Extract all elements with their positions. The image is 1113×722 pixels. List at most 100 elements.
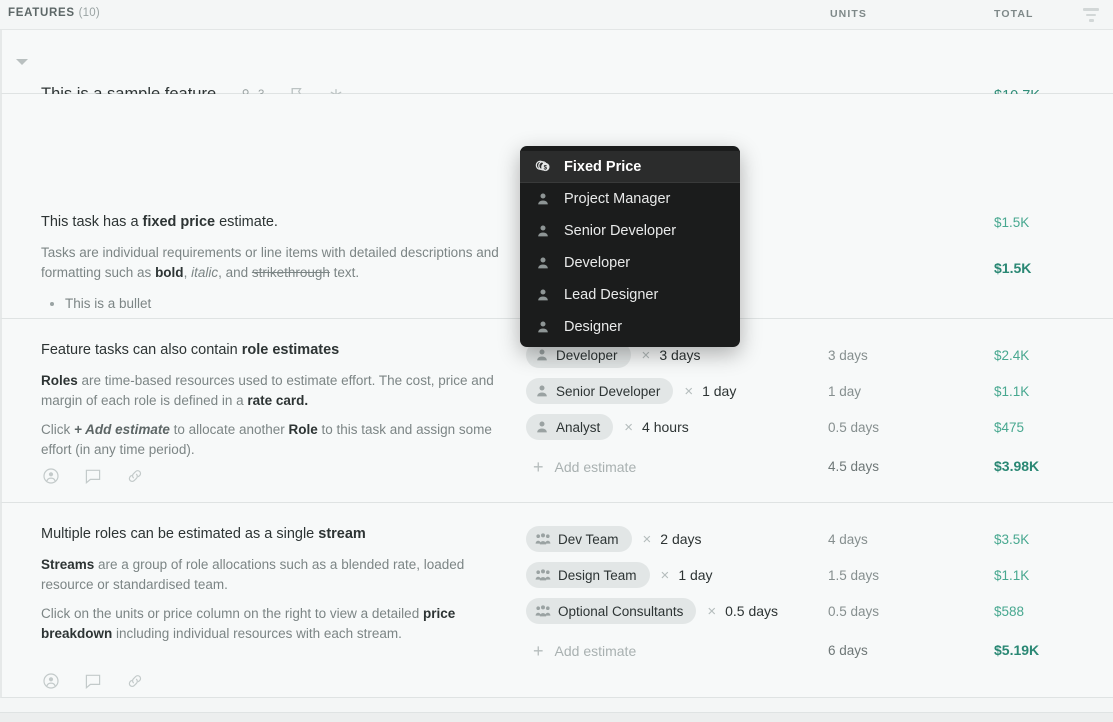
estimate-total[interactable]: $2.4K <box>994 348 1029 363</box>
task-title[interactable]: Feature tasks can also contain role esti… <box>41 340 511 361</box>
estimate-total[interactable]: $1.5K <box>994 215 1029 230</box>
estimate-units[interactable]: 4 days <box>828 532 868 547</box>
dropdown-item-fixed-price[interactable]: $ Fixed Price <box>520 151 740 183</box>
estimate-total[interactable]: $3.5K <box>994 532 1029 547</box>
estimate-units[interactable]: 1 day <box>828 384 861 399</box>
chip-label: Dev Team <box>558 531 619 547</box>
estimate-units[interactable]: 3 days <box>828 348 868 363</box>
dropdown-item-label: Senior Developer <box>564 223 677 239</box>
estimate-total[interactable]: $1.1K <box>994 568 1029 583</box>
dropdown-item-lead-designer[interactable]: Lead Designer <box>520 279 740 311</box>
task-total[interactable]: $3.98K <box>994 458 1039 474</box>
dropdown-item-label: Designer <box>564 319 623 335</box>
text-run: Click <box>41 422 74 438</box>
task-title[interactable]: Multiple roles can be estimated as a sin… <box>41 524 511 545</box>
task-paragraph: Roles are time-based resources used to e… <box>41 371 511 410</box>
link-icon[interactable] <box>127 674 143 688</box>
task-description[interactable]: Streams are a group of role allocations … <box>41 555 511 643</box>
add-estimate-label: Add estimate <box>554 459 637 475</box>
estimate-value[interactable]: 1 day <box>678 567 712 583</box>
text-run: are a group of role allocations such as … <box>41 557 465 592</box>
dropdown-item-label: Project Manager <box>564 191 671 207</box>
person-icon <box>535 348 549 362</box>
dropdown-item-project-manager[interactable]: Project Manager <box>520 183 740 215</box>
estimate-value[interactable]: 2 days <box>660 531 701 547</box>
dropdown-item-designer[interactable]: Designer <box>520 311 740 343</box>
dropdown-item-developer[interactable]: Developer <box>520 247 740 279</box>
dropdown-item-label: Fixed Price <box>564 158 642 175</box>
text-run: stream <box>318 526 366 542</box>
task-paragraph: Tasks are individual requirements or lin… <box>41 243 511 282</box>
text-run: This task has a <box>41 214 143 230</box>
task-row: Multiple roles can be estimated as a sin… <box>0 503 1113 698</box>
person-icon <box>534 224 551 238</box>
group-icon <box>535 604 551 618</box>
add-estimate-button[interactable]: + Add estimate <box>533 642 636 660</box>
coins-icon: $ <box>534 159 551 174</box>
estimate-value[interactable]: 1 day <box>702 383 736 399</box>
task-total[interactable]: $5.19K <box>994 642 1039 658</box>
text-run: Role <box>288 422 318 438</box>
text-run: text. <box>329 264 360 280</box>
text-run: rate card. <box>247 392 309 408</box>
multiply-symbol: × <box>707 602 717 620</box>
estimate-total[interactable]: $1.1K <box>994 384 1029 399</box>
feature-row[interactable]: This is a sample feature 3 <box>0 30 1113 104</box>
text-run: , <box>183 264 192 280</box>
assignee-avatar-icon[interactable] <box>43 468 59 484</box>
feature-count: (10) <box>78 7 100 19</box>
estimate-chip-design-team[interactable]: Design Team <box>526 562 650 588</box>
filter-icon[interactable] <box>1083 8 1099 22</box>
estimate-value[interactable]: 3 days <box>659 347 700 363</box>
estimate-chip-optional-consultants[interactable]: Optional Consultants <box>526 598 697 624</box>
page-title: FEATURES (10) <box>8 7 100 19</box>
add-estimate-label: Add estimate <box>554 643 637 659</box>
assignee-avatar-icon[interactable] <box>43 673 59 689</box>
chevron-down-icon[interactable] <box>16 59 28 65</box>
dropdown-item-senior-developer[interactable]: Senior Developer <box>520 215 740 247</box>
estimate-chip-senior-developer[interactable]: Senior Developer <box>526 378 674 404</box>
estimate-units[interactable]: 0.5 days <box>828 420 879 435</box>
estimate-units[interactable]: 1.5 days <box>828 568 879 583</box>
estimate-chip-analyst[interactable]: Analyst <box>526 414 614 440</box>
task-total[interactable]: $1.5K <box>994 260 1031 276</box>
estimate-value[interactable]: 0.5 days <box>725 603 778 619</box>
comment-icon[interactable] <box>85 674 101 689</box>
plus-icon: + <box>533 641 544 661</box>
text-run: Streams <box>41 557 95 573</box>
add-estimate-button[interactable]: + Add estimate <box>533 458 636 476</box>
task-title[interactable]: This task has a fixed price estimate. <box>41 212 511 233</box>
link-icon[interactable] <box>127 469 143 483</box>
text-run: role estimates <box>241 342 340 358</box>
estimate-row: Optional Consultants × 0.5 days <box>526 598 778 624</box>
task-units-total[interactable]: 6 days <box>828 643 868 658</box>
estimate-type-dropdown[interactable]: $ Fixed Price Project Manager Senior Develo… <box>520 146 740 347</box>
estimate-units[interactable]: 0.5 days <box>828 604 879 619</box>
text-run: to allocate another <box>169 422 289 438</box>
estimate-chip-dev-team[interactable]: Dev Team <box>526 526 632 552</box>
person-icon <box>535 384 549 398</box>
estimate-row: Dev Team × 2 days <box>526 526 702 552</box>
chip-label: Optional Consultants <box>558 603 684 619</box>
text-run: italic <box>191 264 219 280</box>
task-action-bar <box>43 673 143 689</box>
chip-label: Analyst <box>556 419 601 435</box>
task-description[interactable]: Roles are time-based resources used to e… <box>41 371 511 459</box>
list-item: This is a bullet <box>65 294 511 314</box>
comment-icon[interactable] <box>85 469 101 484</box>
task-content: Feature tasks can also contain role esti… <box>41 340 511 459</box>
estimate-total[interactable]: $475 <box>994 420 1024 435</box>
text-run: fixed price <box>142 214 216 230</box>
task-units-total[interactable]: 4.5 days <box>828 459 879 474</box>
chip-label: Senior Developer <box>556 383 661 399</box>
estimate-total[interactable]: $588 <box>994 604 1024 619</box>
person-icon <box>534 288 551 302</box>
text-run: Roles <box>41 373 78 389</box>
person-icon <box>534 320 551 334</box>
task-paragraph: Streams are a group of role allocations … <box>41 555 511 594</box>
multiply-symbol: × <box>624 418 634 436</box>
estimate-value[interactable]: 4 hours <box>642 419 689 435</box>
text-run: Feature tasks can also contain <box>41 342 242 358</box>
column-header-total: TOTAL <box>994 8 1034 20</box>
task-action-bar <box>43 468 143 484</box>
